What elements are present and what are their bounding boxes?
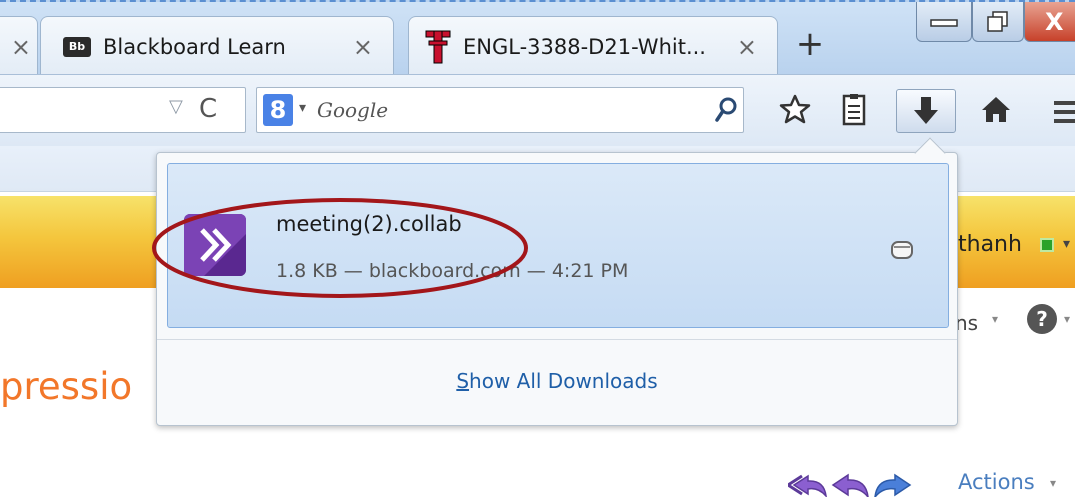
bookmarks-list-icon (842, 94, 866, 126)
reload-icon[interactable]: C (199, 94, 217, 124)
search-input[interactable] (317, 92, 697, 128)
google-plus-icon[interactable]: 8 (263, 94, 293, 126)
downloads-panel: meeting(2).collab 1.8 KB — blackboard.co… (156, 137, 958, 426)
chevron-down-icon[interactable]: ▾ (1050, 476, 1056, 490)
url-history-dropdown[interactable]: ▽ (169, 96, 183, 117)
tab-blackboard-learn[interactable]: Bb Blackboard Learn × (40, 16, 394, 76)
search-icon[interactable] (715, 96, 739, 124)
chevron-down-icon[interactable]: ▾ (299, 100, 306, 116)
home-icon (982, 97, 1010, 122)
blackboard-icon: Bb (63, 36, 91, 57)
close-icon: X (1045, 7, 1064, 36)
download-arrow-icon (914, 97, 938, 124)
tab-close-button[interactable]: × (737, 33, 757, 61)
reply-icon[interactable] (830, 472, 870, 497)
download-item[interactable]: meeting(2).collab 1.8 KB — blackboard.co… (167, 163, 949, 328)
tab-label: Blackboard Learn (103, 34, 286, 59)
collab-file-icon (184, 214, 246, 276)
reply-all-icon[interactable] (788, 472, 828, 497)
actions-menu[interactable]: Actions (958, 470, 1035, 494)
chevron-down-icon[interactable]: ▾ (1064, 312, 1070, 326)
show-all-downloads-button[interactable]: Show All Downloads (157, 369, 957, 393)
show-all-downloads-label: how All Downloads (469, 369, 658, 393)
new-tab-button[interactable]: + (790, 24, 830, 64)
tab-close-button[interactable]: × (353, 33, 373, 61)
divider (157, 339, 957, 340)
tab-partial[interactable]: × (0, 16, 38, 76)
online-status-icon (1040, 238, 1054, 252)
search-bar[interactable]: 8 ▾ (256, 87, 744, 133)
tab-close-button[interactable]: × (11, 33, 31, 61)
page-title: pressio (0, 365, 133, 408)
options-menu-label[interactable]: ns (955, 311, 978, 335)
chevron-down-icon[interactable]: ▾ (1063, 236, 1070, 252)
chevron-down-icon[interactable]: ▾ (992, 312, 998, 326)
texas-tech-icon (425, 30, 451, 63)
bookmark-star-button[interactable] (775, 93, 815, 133)
forward-icon[interactable] (873, 472, 913, 497)
navigation-toolbar: ▽ C 8 ▾ (0, 74, 1075, 146)
close-window-button[interactable]: X (1024, 2, 1075, 42)
home-button[interactable] (976, 93, 1016, 133)
url-bar[interactable]: ▽ C (0, 87, 246, 133)
menu-button[interactable] (1046, 93, 1075, 133)
minimize-button[interactable] (916, 2, 972, 42)
maximize-icon (987, 10, 1008, 32)
access-key-letter: S (456, 369, 470, 393)
tab-label: ENGL-3388-D21-Whit... (463, 34, 706, 59)
user-name-link[interactable]: thanh (958, 232, 1022, 257)
tab-engl-course[interactable]: ENGL-3388-D21-Whit... × (408, 16, 778, 76)
download-filename: meeting(2).collab (276, 212, 462, 236)
bookmarks-menu-button[interactable] (834, 93, 874, 133)
star-icon (779, 94, 811, 124)
downloads-button[interactable] (896, 89, 956, 133)
minimize-icon (930, 18, 958, 27)
tab-strip: × Bb Blackboard Learn × ENGL-3388-D21-Wh… (0, 0, 1075, 76)
download-status: 1.8 KB — blackboard.com — 4:21 PM (276, 260, 629, 282)
maximize-button[interactable] (972, 2, 1024, 42)
help-icon[interactable]: ? (1027, 304, 1057, 334)
open-folder-icon[interactable] (890, 238, 914, 260)
